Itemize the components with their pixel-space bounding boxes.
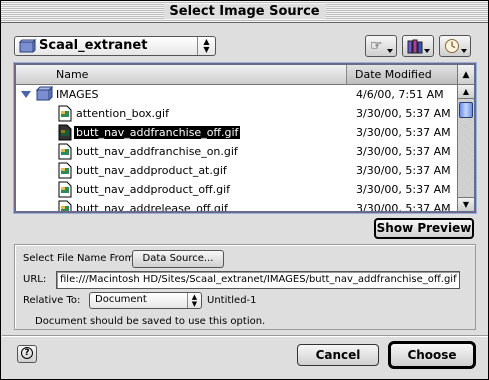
shortcuts-icon: ☞	[370, 38, 383, 54]
popup-arrows-icon: ▲ ▼	[197, 37, 215, 55]
relative-document-name: Untitled-1	[207, 295, 257, 306]
url-label: URL:	[23, 274, 47, 285]
favorites-icon	[407, 39, 423, 54]
window-title: Select Image Source	[163, 4, 326, 19]
vertical-scrollbar[interactable]: ▲ ▼	[457, 85, 474, 211]
column-header-date[interactable]: Date Modified	[347, 65, 457, 84]
recent-button[interactable]	[439, 35, 471, 57]
disclosure-triangle-icon[interactable]	[21, 91, 31, 98]
help-icon: ?	[21, 347, 33, 359]
title-bar[interactable]: Select Image Source	[1, 1, 488, 23]
file-date: 3/30/00, 5:37 AM	[356, 164, 451, 177]
folder-icon	[36, 86, 53, 101]
scroll-track[interactable]	[458, 100, 474, 196]
file-name: butt_nav_addfranchise_off.gif	[74, 126, 241, 139]
list-item[interactable]: attention_box.gif 3/30/00, 5:37 AM	[16, 104, 457, 123]
gif-file-icon	[58, 105, 72, 122]
file-date: 3/30/00, 5:37 AM	[356, 145, 451, 158]
column-header-name[interactable]: Name	[16, 65, 347, 84]
help-button[interactable]: ?	[17, 345, 37, 363]
choose-button[interactable]: Choose	[388, 341, 476, 369]
column-header-date-label: Date Modified	[355, 68, 432, 81]
file-list[interactable]: Name Date Modified ▲ IMAGES 4/6/00, 7:51…	[13, 62, 477, 214]
select-file-name-from-label: Select File Name From:	[23, 253, 138, 264]
list-item[interactable]: butt_nav_addproduct_at.gif 3/30/00, 5:37…	[16, 161, 457, 180]
list-item-selected[interactable]: butt_nav_addfranchise_off.gif 3/30/00, 5…	[16, 123, 457, 142]
column-header-name-label: Name	[56, 68, 89, 81]
folder-popup[interactable]: Scaal_extranet ▲ ▼	[14, 36, 216, 56]
gif-file-icon	[58, 124, 72, 141]
folder-popup-label: Scaal_extranet	[39, 38, 148, 53]
recent-icon	[445, 39, 459, 53]
shortcuts-button[interactable]: ☞	[365, 35, 397, 57]
divider	[2, 335, 488, 337]
file-date: 3/30/00, 5:37 AM	[356, 107, 451, 120]
relative-to-label: Relative To:	[23, 295, 81, 306]
file-date: 3/30/00, 5:37 AM	[356, 183, 451, 196]
save-note: Document should be saved to use this opt…	[35, 316, 266, 327]
cancel-button[interactable]: Cancel	[297, 344, 379, 366]
scroll-up-arrow-icon[interactable]: ▲	[458, 85, 474, 99]
dropdown-arrow-icon	[461, 49, 467, 53]
dropdown-arrow-icon	[424, 49, 430, 53]
file-name: butt_nav_addproduct_off.gif	[76, 183, 231, 196]
gif-file-icon	[58, 181, 72, 198]
favorites-button[interactable]	[402, 35, 434, 57]
folder-name: IMAGES	[56, 88, 99, 101]
folder-icon	[19, 39, 36, 53]
dropdown-arrow-icon	[387, 49, 393, 53]
show-preview-button[interactable]: Show Preview	[374, 218, 474, 239]
file-date: 3/30/00, 5:37 AM	[356, 126, 451, 139]
gif-file-icon	[58, 143, 72, 160]
popup-arrows-icon: ▲ ▼	[187, 293, 201, 308]
relative-to-value: Document	[95, 294, 147, 305]
scroll-down-arrow-icon[interactable]: ▼	[458, 197, 474, 211]
sort-triangle-icon: ▲	[462, 70, 470, 80]
gif-file-icon	[58, 162, 72, 179]
scroll-thumb[interactable]	[459, 102, 473, 118]
file-name: attention_box.gif	[76, 107, 169, 120]
file-name: butt_nav_addrelease_off.gif	[76, 202, 228, 211]
folder-date: 4/6/00, 7:51 AM	[356, 88, 444, 101]
file-name: butt_nav_addfranchise_on.gif	[76, 145, 238, 158]
relative-to-popup[interactable]: Document ▲ ▼	[89, 292, 202, 309]
list-item[interactable]: butt_nav_addproduct_off.gif 3/30/00, 5:3…	[16, 180, 457, 199]
list-item[interactable]: butt_nav_addrelease_off.gif 3/30/00, 5:3…	[16, 199, 457, 211]
list-item[interactable]: butt_nav_addfranchise_on.gif 3/30/00, 5:…	[16, 142, 457, 161]
gif-file-icon	[58, 200, 72, 211]
url-input[interactable]: file:///Macintosh HD/Sites/Scaal_extrane…	[56, 271, 460, 289]
select-image-source-dialog: Select Image Source Scaal_extranet ▲▼ ☞	[0, 0, 489, 380]
sort-order-button[interactable]: ▲	[457, 65, 474, 85]
list-item[interactable]: IMAGES 4/6/00, 7:51 AM	[16, 85, 457, 104]
file-date: 3/30/00, 5:37 AM	[356, 202, 451, 211]
file-name: butt_nav_addproduct_at.gif	[76, 164, 227, 177]
data-source-button[interactable]: Data Source...	[132, 250, 224, 268]
list-rows: IMAGES 4/6/00, 7:51 AM attention_box.gif…	[16, 85, 457, 211]
list-header: Name Date Modified	[16, 65, 457, 85]
